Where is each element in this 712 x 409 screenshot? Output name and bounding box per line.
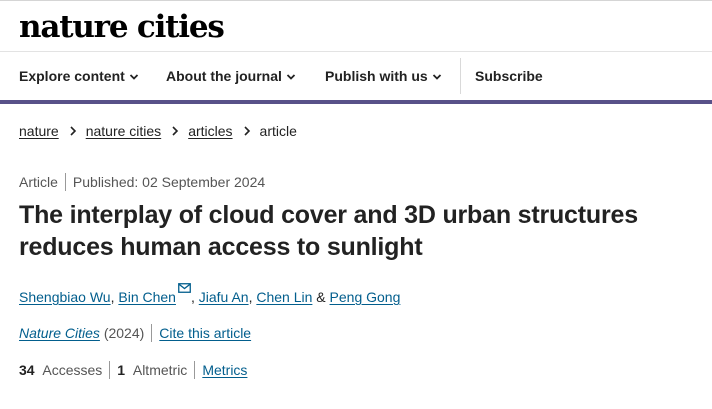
author-name: Bin Chen xyxy=(118,289,176,305)
cite-article-link[interactable]: Cite this article xyxy=(159,325,251,341)
nav-publish-with-us[interactable]: Publish with us xyxy=(325,52,442,101)
site-header: nature cities Explore content About the … xyxy=(0,0,712,104)
breadcrumb-link-articles[interactable]: articles xyxy=(188,123,232,139)
chevron-down-icon xyxy=(286,74,296,80)
author-ampersand: & xyxy=(316,289,326,305)
author-list: Shengbiao Wu, Bin Chen, Jiafu An, Chen L… xyxy=(19,283,400,306)
chevron-right-icon xyxy=(243,126,250,136)
author-link[interactable]: Peng Gong xyxy=(330,289,401,305)
chevron-down-icon xyxy=(432,74,441,80)
citation-line: Nature Cities (2024) Cite this article xyxy=(19,324,251,342)
main-nav: Explore content About the journal Publis… xyxy=(0,52,712,101)
accent-bar xyxy=(0,100,712,104)
article-metrics: 34 Accesses 1 Altmetric Metrics xyxy=(19,361,247,379)
chevron-down-icon xyxy=(129,74,138,80)
citation-divider xyxy=(151,324,153,342)
nav-label: About the journal xyxy=(166,68,282,84)
author-link-corresponding[interactable]: Bin Chen xyxy=(118,283,191,305)
article-title: The interplay of cloud cover and 3D urba… xyxy=(19,201,638,261)
article-meta: Article Published: 02 September 2024 xyxy=(19,173,265,191)
nav-divider xyxy=(460,58,461,94)
journal-logo[interactable]: nature cities xyxy=(19,7,225,47)
breadcrumb-link-nature[interactable]: nature xyxy=(19,123,59,139)
metrics-link[interactable]: Metrics xyxy=(202,362,247,378)
breadcrumb-current: article xyxy=(259,123,297,139)
author-link[interactable]: Jiafu An xyxy=(199,289,249,305)
article-type: Article xyxy=(19,174,58,190)
breadcrumb-link-nature-cities[interactable]: nature cities xyxy=(86,123,161,139)
chevron-right-icon xyxy=(70,126,76,136)
altmetric-label: Altmetric xyxy=(132,362,188,378)
author-link[interactable]: Shengbiao Wu xyxy=(19,289,111,305)
author-link[interactable]: Chen Lin xyxy=(256,289,312,305)
mail-icon xyxy=(178,283,191,293)
accesses-label: Accesses xyxy=(42,362,103,378)
altmetric-count: 1 xyxy=(117,362,126,378)
breadcrumb: nature nature cities articles article xyxy=(19,122,297,140)
nav-label: Publish with us xyxy=(325,68,428,84)
published-date: Published: 02 September 2024 xyxy=(72,174,266,190)
publication-year: (2024) xyxy=(103,325,145,341)
chevron-right-icon xyxy=(172,126,179,136)
metrics-divider xyxy=(194,361,196,379)
meta-divider xyxy=(64,173,66,191)
nav-label: Explore content xyxy=(19,68,125,84)
metrics-divider xyxy=(109,361,111,379)
journal-link[interactable]: Nature Cities xyxy=(19,325,100,341)
nav-subscribe[interactable]: Subscribe xyxy=(475,52,543,101)
nav-explore-content[interactable]: Explore content xyxy=(19,52,139,101)
nav-about-journal[interactable]: About the journal xyxy=(166,52,296,101)
accesses-count: 34 xyxy=(19,362,35,378)
